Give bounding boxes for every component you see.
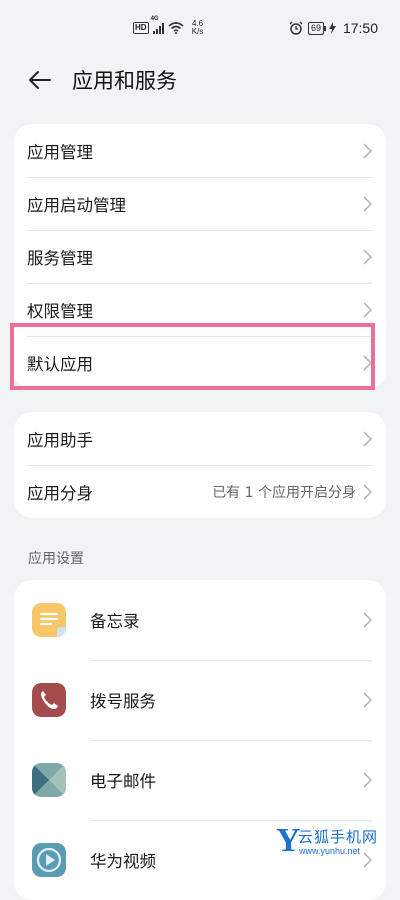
app-item-label: 电子邮件	[90, 772, 156, 791]
chevron-right-icon	[363, 195, 372, 212]
status-left: HD 4G 4.6 K/s	[133, 16, 208, 36]
menu-item-service-management[interactable]: 服务管理	[14, 230, 386, 283]
watermark-url: www.yunhu.net	[299, 846, 361, 856]
chevron-right-icon	[363, 772, 372, 788]
menu-item-label: 服务管理	[27, 248, 93, 268]
phone-icon	[32, 683, 66, 717]
chevron-right-icon	[363, 483, 372, 500]
header: 应用和服务	[0, 60, 400, 100]
battery-level: 69	[307, 21, 326, 35]
back-arrow-icon	[29, 71, 51, 89]
signal-icon: 4G	[151, 16, 164, 34]
clock: 17:50	[342, 20, 378, 36]
settings-group-assistant: 应用助手 应用分身 已有 1 个应用开启分身	[14, 412, 386, 518]
menu-item-app-management[interactable]: 应用管理	[14, 124, 386, 177]
menu-item-app-launch[interactable]: 应用启动管理	[14, 177, 386, 230]
mail-icon	[32, 763, 66, 797]
back-button[interactable]	[26, 67, 54, 93]
status-right: 69 17:50	[289, 20, 378, 36]
network-type: 4G	[150, 16, 159, 22]
page-title: 应用和服务	[72, 69, 177, 93]
chevron-right-icon	[363, 248, 372, 265]
menu-item-app-twin[interactable]: 应用分身 已有 1 个应用开启分身	[14, 465, 386, 518]
video-play-icon	[32, 843, 66, 877]
chevron-right-icon	[363, 142, 372, 159]
notepad-icon	[32, 603, 66, 637]
wifi-icon	[168, 22, 184, 34]
menu-item-label: 权限管理	[27, 301, 93, 321]
menu-item-label: 默认应用	[27, 354, 93, 374]
menu-item-permission-management[interactable]: 权限管理	[14, 283, 386, 336]
chevron-right-icon	[363, 354, 372, 371]
app-twin-status: 已有 1 个应用开启分身	[212, 484, 356, 501]
menu-item-app-assistant[interactable]: 应用助手	[14, 412, 386, 465]
section-label-app-settings: 应用设置	[28, 551, 84, 567]
menu-item-label: 应用助手	[27, 430, 93, 450]
menu-item-default-apps[interactable]: 默认应用	[14, 336, 386, 389]
chevron-right-icon	[363, 612, 372, 628]
app-item-notes[interactable]: 备忘录	[14, 580, 386, 660]
app-item-label: 拨号服务	[90, 692, 156, 711]
menu-item-label: 应用分身	[27, 483, 93, 503]
status-bar: HD 4G 4.6 K/s 69 17:50	[0, 0, 400, 60]
app-item-dialer[interactable]: 拨号服务	[14, 660, 386, 740]
app-item-label: 备忘录	[90, 612, 140, 631]
chevron-right-icon	[363, 430, 372, 447]
watermark-logo: Y	[276, 822, 301, 859]
hd-badge: HD	[133, 22, 149, 34]
watermark-name: 云狐手机网	[298, 829, 379, 846]
menu-item-label: 应用管理	[27, 142, 93, 162]
chevron-right-icon	[363, 692, 372, 708]
alarm-icon	[289, 21, 303, 35]
app-item-email[interactable]: 电子邮件	[14, 740, 386, 820]
settings-group-main: 应用管理 应用启动管理 服务管理 权限管理 默认应用	[14, 124, 386, 389]
network-speed-unit: K/s	[191, 27, 204, 36]
app-item-label: 华为视频	[90, 852, 156, 871]
menu-item-label: 应用启动管理	[27, 195, 126, 215]
network-speed: 4.6 K/s	[188, 20, 208, 36]
watermark: Y 云狐手机网 www.yunhu.net	[276, 822, 388, 860]
charging-icon	[328, 22, 336, 34]
chevron-right-icon	[363, 301, 372, 318]
